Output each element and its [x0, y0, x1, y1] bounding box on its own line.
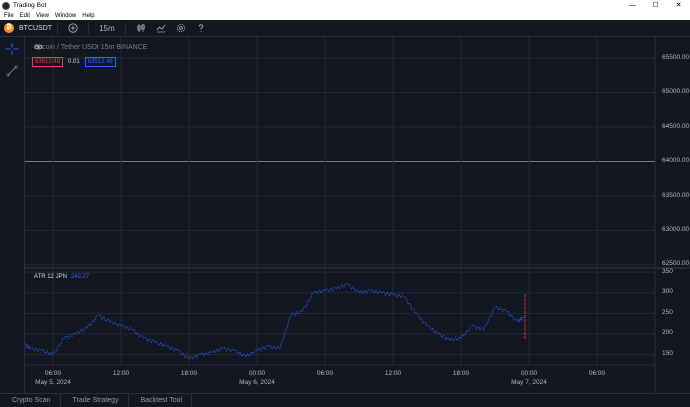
toolbar-divider — [124, 22, 126, 34]
time-tick-label: 18:00 — [452, 370, 470, 377]
time-tick-label: 00:00 — [520, 370, 538, 377]
price-tick-label: 62500.00 — [662, 260, 690, 267]
chart-toolbar: ₿ BTCUSDT 15m — [0, 20, 690, 37]
minimize-button[interactable]: — — [621, 0, 644, 11]
tab-backtest-tool[interactable]: Backtest Tool — [129, 393, 193, 407]
crosshair-icon — [6, 43, 18, 55]
time-tick-label: 12:00 — [112, 370, 130, 377]
atr-tick-label: 150 — [662, 350, 673, 357]
chart-legend: Bitcoin / Tether USDt 15m BINANCE — [34, 44, 151, 51]
atr-name: ATR 12 JPN — [34, 274, 67, 280]
menu-bar: File Edit View Window Help — [0, 11, 690, 20]
help-button[interactable] — [196, 23, 206, 33]
price-tick-label: 64000.00 — [662, 157, 690, 164]
atr-tick-label: 350 — [662, 268, 673, 275]
time-tick-label: 06:00 — [588, 370, 606, 377]
price-tick-label: 64500.00 — [662, 123, 690, 130]
price-tick-label: 63000.00 — [662, 226, 690, 233]
bitcoin-icon: ₿ — [4, 23, 14, 33]
ask-price-button[interactable]: 63512.48 — [84, 57, 116, 67]
chart-area[interactable]: SSSSSSSSSSS Bitcoin / Tether USDt 15m BI… — [25, 37, 690, 393]
window-title: Trading Bot — [13, 2, 47, 9]
atr-value: 242.27 — [70, 274, 90, 280]
time-tick-label: 06:00 — [44, 370, 62, 377]
indicators-button[interactable] — [156, 23, 166, 33]
time-tick-label: 12:00 — [384, 370, 402, 377]
toolbar-divider — [57, 22, 59, 34]
atr-series-line — [25, 282, 524, 360]
price-quotes: 63512.49 0.01 63512.48 — [32, 57, 116, 67]
atr-tick-label: 200 — [662, 329, 673, 336]
menu-view[interactable]: View — [36, 13, 49, 19]
gear-icon — [176, 24, 185, 32]
signal-label: S — [523, 335, 526, 340]
interval-selector[interactable]: 15m — [99, 24, 115, 33]
bottom-tab-bar: Crypto Scan Trade Strategy Backtest Tool — [0, 393, 690, 407]
date-label: May 6, 2024 — [239, 379, 275, 386]
close-button[interactable]: ✕ — [667, 0, 690, 11]
title-bar: Trading Bot — ☐ ✕ — [0, 0, 690, 11]
chart-title: Bitcoin / Tether USDt 15m BINANCE — [34, 44, 148, 51]
chart-type-button[interactable] — [136, 23, 146, 33]
price-tick-label: 65000.00 — [662, 88, 690, 95]
toolbar-divider — [88, 22, 90, 34]
question-icon — [198, 24, 203, 32]
add-symbol-button[interactable] — [68, 23, 78, 33]
menu-edit[interactable]: Edit — [20, 13, 30, 19]
date-label: May 5, 2024 — [35, 379, 71, 386]
atr-tick-label: 300 — [662, 288, 673, 295]
menu-file[interactable]: File — [4, 13, 14, 19]
chart-canvas[interactable]: SSSSSSSSSSS — [25, 37, 690, 393]
settings-button[interactable] — [176, 23, 186, 33]
time-tick-label: 18:00 — [180, 370, 198, 377]
trend-line-icon — [6, 65, 18, 77]
price-tick-label: 65500.00 — [662, 54, 690, 61]
date-label: May 7, 2024 — [511, 379, 547, 386]
drawing-toolbar — [0, 37, 25, 393]
app-icon — [2, 1, 10, 10]
atr-legend: ATR 12 JPN 242.27 — [34, 274, 89, 280]
plus-circle-icon — [68, 23, 78, 33]
atr-tick-label: 250 — [662, 309, 673, 316]
time-tick-label: 06:00 — [316, 370, 334, 377]
time-tick-label: 00:00 — [248, 370, 266, 377]
bid-price-button[interactable]: 63512.49 — [32, 57, 64, 67]
candles-icon — [137, 24, 145, 32]
trend-line-tool[interactable] — [6, 65, 18, 77]
menu-help[interactable]: Help — [82, 13, 94, 19]
indicators-icon — [156, 24, 165, 33]
symbol-selector[interactable]: BTCUSDT — [19, 25, 52, 32]
crosshair-tool[interactable] — [6, 43, 18, 55]
spread-value: 0.01 — [68, 59, 80, 65]
maximize-button[interactable]: ☐ — [644, 0, 667, 11]
tab-trade-strategy[interactable]: Trade Strategy — [61, 393, 129, 407]
tab-crypto-scan[interactable]: Crypto Scan — [0, 393, 61, 407]
price-tick-label: 63500.00 — [662, 192, 690, 199]
menu-window[interactable]: Window — [55, 13, 76, 19]
